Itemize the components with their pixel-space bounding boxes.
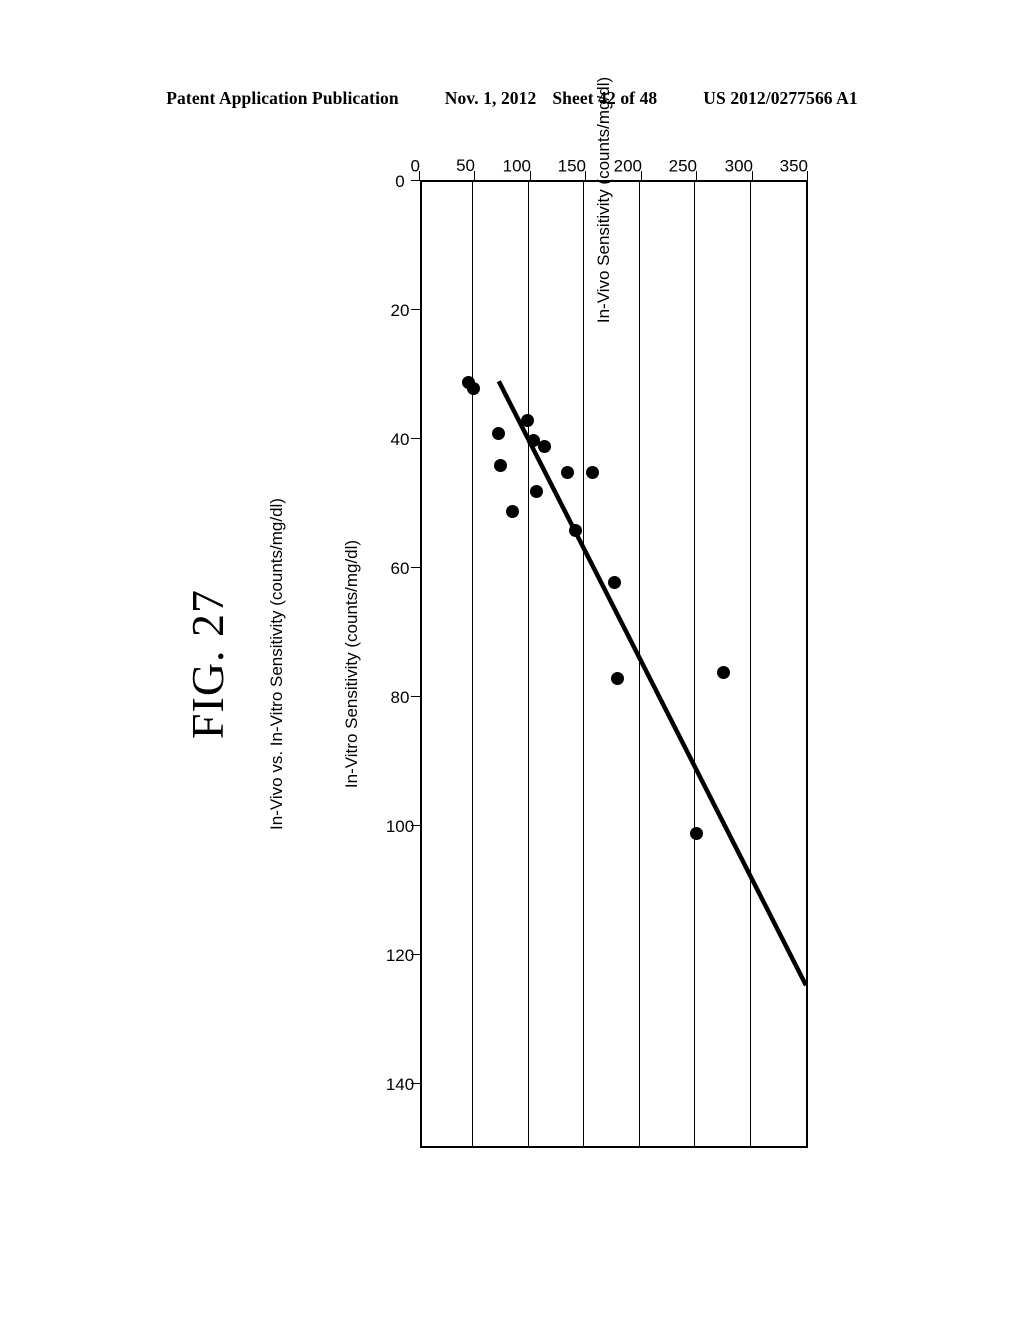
patent-number: US 2012/0277566 A1: [703, 88, 858, 108]
x-tick-label-80: 80: [390, 688, 410, 708]
gridline-y-200: [638, 182, 640, 1146]
y-tick-label-200: 200: [613, 156, 642, 175]
gridline-y-300: [749, 182, 751, 1146]
figure-27: 0 20 40 60 80 100 120 140 0 50 100 150 200 250 300 350…: [182, 77, 832, 1250]
x-tick-label-60: 60: [390, 559, 410, 579]
x-axis-title: In-Vitro Sensitivity (counts/mg/dl): [342, 539, 361, 789]
y-tick-label-50: 50: [456, 156, 476, 175]
x-tick-label-40: 40: [390, 430, 410, 450]
figure-caption: In-Vivo vs. In-Vitro Sensitivity (counts…: [267, 498, 286, 830]
publication-label: Patent Application Publication: [166, 88, 399, 108]
plot-area: [420, 180, 808, 1148]
y-tick-label-0: 0: [410, 156, 420, 175]
data-point: [561, 465, 575, 479]
data-point: [462, 375, 476, 389]
y-tick-label-250: 250: [668, 156, 698, 175]
data-point: [568, 523, 582, 537]
x-tick-label-140: 140: [385, 1075, 415, 1095]
x-tick-40: [411, 438, 420, 440]
x-tick-60: [411, 567, 420, 569]
patent-header: Patent Application Publication Nov. 1, 2…: [0, 88, 1024, 109]
x-tick-20: [411, 309, 420, 311]
x-tick-label-120: 120: [385, 946, 415, 966]
data-point: [493, 459, 507, 473]
data-point: [607, 575, 621, 589]
gridline-y-250: [694, 182, 696, 1146]
y-tick-label-350: 350: [779, 156, 808, 175]
scatter-chart: 0 20 40 60 80 100 120 140 0 50 100 150 200 250 300 350…: [182, 77, 832, 1250]
y-axis: 0 50 100 150 200 250 300 350: [411, 144, 808, 180]
x-tick-label-0: 0: [395, 172, 405, 191]
data-point: [585, 465, 599, 479]
x-tick-label-100: 100: [385, 817, 415, 837]
figure-label: FIG. 27: [182, 588, 233, 740]
y-tick-label-300: 300: [724, 156, 753, 175]
data-point: [689, 827, 703, 841]
data-point: [505, 504, 519, 518]
trendline: [422, 182, 806, 1146]
y-axis-title: In-Vivo Sensitivity (counts/mg/dl): [594, 76, 613, 324]
x-axis: 0 20 40 60 80 100 120 140: [374, 172, 420, 1148]
y-tick-label-100: 100: [502, 156, 531, 175]
x-tick-label-20: 20: [390, 301, 410, 321]
gridline-y-50: [472, 182, 474, 1146]
x-tick-80: [411, 696, 420, 698]
gridline-y-100: [527, 182, 529, 1146]
x-tick-0: [411, 180, 420, 181]
data-point: [537, 440, 551, 454]
y-tick-label-150: 150: [557, 156, 587, 175]
gridline-y-150: [583, 182, 585, 1146]
publication-date: Nov. 1, 2012: [444, 88, 537, 108]
